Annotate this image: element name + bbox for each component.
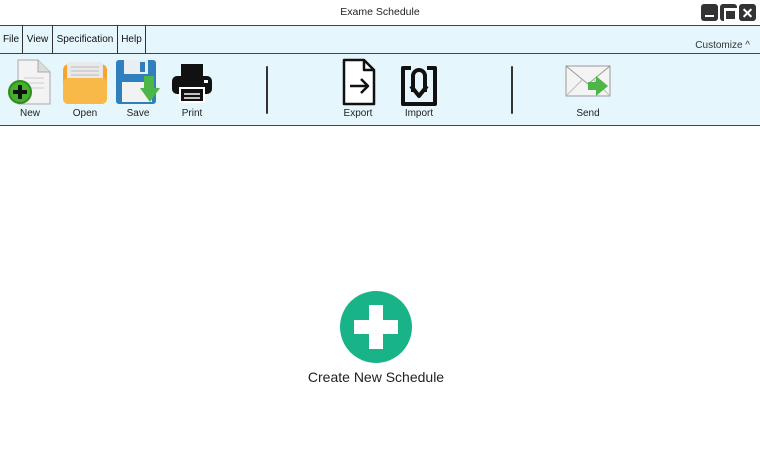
printer-icon [172,64,212,103]
toolbar-separator [511,66,513,114]
menu-bar: File View Specification Help Customize ^ [0,26,760,54]
customize-toggle[interactable]: Customize ^ [695,40,750,51]
open-folder-icon [63,62,107,104]
open-button[interactable]: Open [58,58,112,122]
send-label: Send [576,108,600,119]
minimize-icon[interactable] [701,4,718,21]
save-disk-icon [116,60,160,104]
toolbar: New Open Save Print Export Import Send [0,54,760,126]
window-controls [701,4,756,21]
create-new-schedule-label[interactable]: Create New Schedule [284,369,468,385]
export-button[interactable]: Export [331,58,385,122]
menu-view[interactable]: View [23,26,53,53]
create-new-schedule-button[interactable] [339,290,413,364]
close-icon[interactable] [739,4,756,21]
plus-circle-icon [340,291,412,363]
import-icon [401,66,437,106]
menu-help[interactable]: Help [118,26,146,53]
new-label: New [19,108,40,119]
new-document-icon [8,59,51,105]
maximize-icon[interactable] [720,4,737,21]
window-title: Exame Schedule [340,6,420,18]
menu-specification[interactable]: Specification [53,26,118,53]
toolbar-separator [266,66,268,114]
print-button[interactable]: Print [165,58,219,122]
save-button[interactable]: Save [111,58,165,122]
save-label: Save [126,108,150,119]
title-bar: Exame Schedule [0,0,760,26]
export-label: Export [343,108,373,119]
import-button[interactable]: Import [392,58,446,122]
open-label: Open [72,108,98,119]
new-button[interactable]: New [3,58,57,122]
export-icon [342,58,376,106]
print-label: Print [181,108,203,119]
send-button[interactable]: Send [561,58,615,122]
import-label: Import [404,108,434,119]
menu-file[interactable]: File [0,26,23,53]
send-mail-icon [565,65,611,97]
